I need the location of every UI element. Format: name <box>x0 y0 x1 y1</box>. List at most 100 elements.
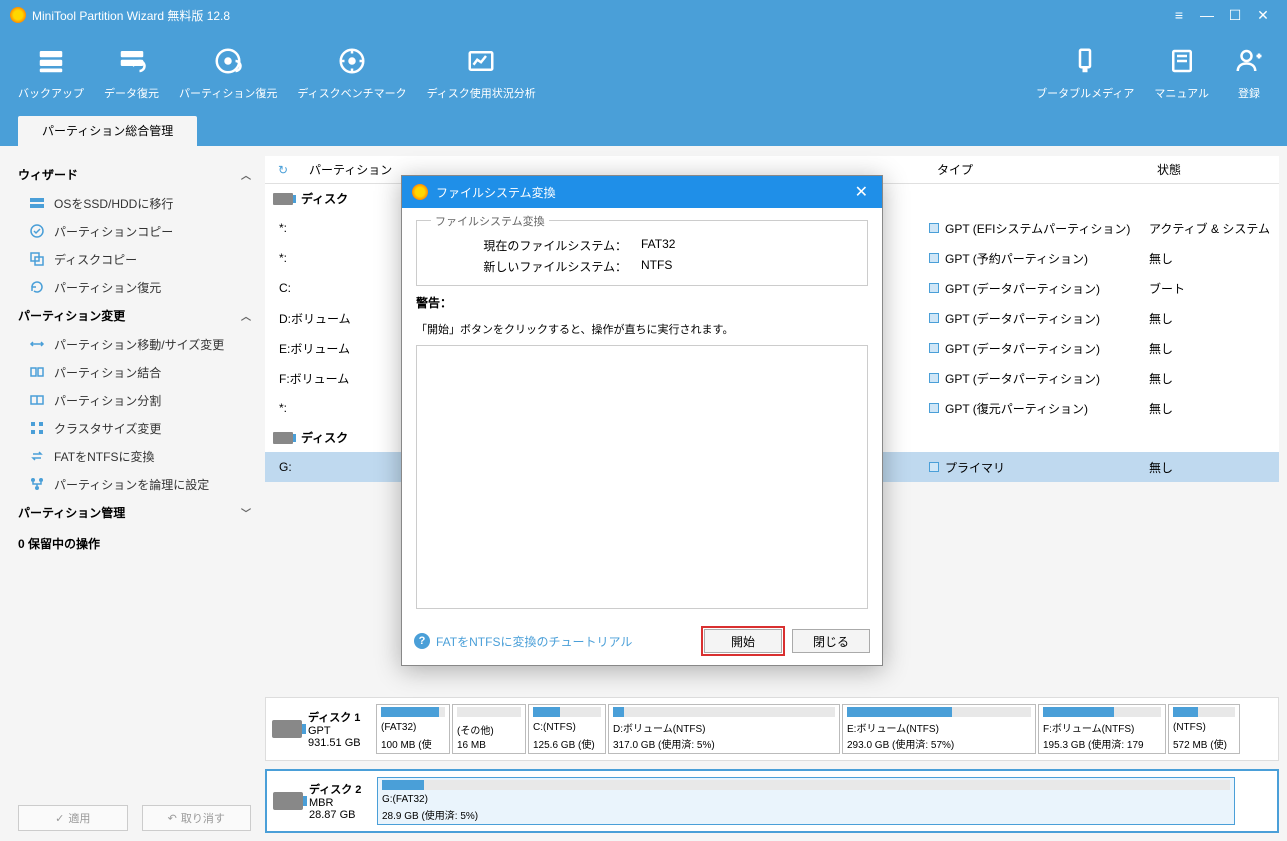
disk-info-2: ディスク 2MBR28.87 GB <box>273 777 373 825</box>
disk-info-1: ディスク 1GPT931.51 GB <box>272 704 372 754</box>
toolbar-bootable-media[interactable]: ブータブルメディア <box>1026 41 1144 105</box>
log-box <box>416 345 868 609</box>
disk-map-area: ディスク 1GPT931.51 GB (FAT32)100 MB (使 (その他… <box>265 691 1279 841</box>
apply-button[interactable]: ✓適用 <box>18 805 128 831</box>
dialog-title: ファイルシステム変換 <box>436 184 556 201</box>
titlebar: MiniTool Partition Wizard 無料版 12.8 ≡ — ☐… <box>0 0 1287 30</box>
partition-recovery-icon <box>212 45 244 77</box>
bootable-icon <box>1069 45 1101 77</box>
dialog-titlebar: ファイルシステム変換 ✕ <box>402 176 882 208</box>
start-button[interactable]: 開始 <box>704 629 782 653</box>
manual-icon <box>1166 45 1198 77</box>
copy-disk-icon <box>28 250 46 268</box>
sidebar-item-migrate-os[interactable]: OSをSSD/HDDに移行 <box>18 189 251 217</box>
help-link[interactable]: ? FATをNTFSに変換のチュートリアル <box>414 633 694 650</box>
disk-segment[interactable]: D:ボリューム(NTFS)317.0 GB (使用済: 5%) <box>608 704 840 754</box>
sidebar: ウィザード︿ OSをSSD/HDDに移行 パーティションコピー ディスクコピー … <box>0 146 265 841</box>
col-type[interactable]: タイプ <box>929 161 1149 178</box>
sidebar-item-cluster-size[interactable]: クラスタサイズ変更 <box>18 414 251 442</box>
split-icon <box>28 391 46 409</box>
app-icon <box>10 7 26 23</box>
tabs-row: パーティション総合管理 <box>0 116 1287 146</box>
sidebar-item-recover-partition[interactable]: パーティション復元 <box>18 273 251 301</box>
col-status[interactable]: 状態 <box>1149 161 1279 178</box>
disk-bar-2: ディスク 2MBR28.87 GB G:(FAT32)28.9 GB (使用済:… <box>265 769 1279 833</box>
type-square-icon <box>929 283 939 293</box>
disk-segment[interactable]: (NTFS)572 MB (使) <box>1168 704 1240 754</box>
toolbar-backup[interactable]: バックアップ <box>8 41 94 105</box>
logical-icon <box>28 475 46 493</box>
recover-icon <box>28 278 46 296</box>
minimize-button[interactable]: — <box>1193 4 1221 26</box>
chevron-up-icon: ︿ <box>241 308 251 323</box>
disk-icon <box>272 720 302 738</box>
sidebar-item-set-logical[interactable]: パーティションを論理に設定 <box>18 470 251 498</box>
sidebar-item-split[interactable]: パーティション分割 <box>18 386 251 414</box>
toolbar-manual[interactable]: マニュアル <box>1144 41 1219 105</box>
sidebar-group-manage[interactable]: パーティション管理﹀ <box>18 498 251 527</box>
sidebar-item-fat-to-ntfs[interactable]: FATをNTFSに変換 <box>18 442 251 470</box>
disk-segment[interactable]: C:(NTFS)125.6 GB (使) <box>528 704 606 754</box>
help-icon: ? <box>414 633 430 649</box>
close-button[interactable]: 閉じる <box>792 629 870 653</box>
type-square-icon <box>929 313 939 323</box>
sidebar-item-merge[interactable]: パーティション結合 <box>18 358 251 386</box>
merge-icon <box>28 363 46 381</box>
disk-segment[interactable]: E:ボリューム(NTFS)293.0 GB (使用済: 57%) <box>842 704 1036 754</box>
current-fs-label: 現在のファイルシステム： <box>431 237 641 254</box>
dialog-icon <box>412 184 428 200</box>
disk-segment[interactable]: F:ボリューム(NTFS)195.3 GB (使用済: 179 <box>1038 704 1166 754</box>
type-square-icon <box>929 403 939 413</box>
convert-fs-dialog: ファイルシステム変換 ✕ ファイルシステム変換 現在のファイルシステム：FAT3… <box>401 175 883 666</box>
disk-segment[interactable]: G:(FAT32)28.9 GB (使用済: 5%) <box>377 777 1235 825</box>
analyzer-icon <box>465 45 497 77</box>
toolbar-partition-recovery[interactable]: パーティション復元 <box>169 41 287 105</box>
tab-partition-management[interactable]: パーティション総合管理 <box>18 116 197 146</box>
type-square-icon <box>929 462 939 472</box>
main-toolbar: バックアップ データ復元 パーティション復元 ディスクベンチマーク ディスク使用… <box>0 30 1287 116</box>
disk-icon <box>273 432 293 444</box>
benchmark-icon <box>336 45 368 77</box>
sidebar-group-change[interactable]: パーティション変更︿ <box>18 301 251 330</box>
close-button[interactable]: ✕ <box>1249 4 1277 26</box>
new-fs-label: 新しいファイルシステム： <box>431 258 641 275</box>
check-icon: ✓ <box>55 812 64 825</box>
data-recovery-icon <box>116 45 148 77</box>
toolbar-register[interactable]: 登録 <box>1219 41 1279 105</box>
undo-button[interactable]: ↶取り消す <box>142 805 252 831</box>
type-square-icon <box>929 343 939 353</box>
disk-icon <box>273 193 293 205</box>
disk-icon <box>273 792 303 810</box>
fs-fieldset: ファイルシステム変換 現在のファイルシステム：FAT32 新しいファイルシステム… <box>416 220 868 286</box>
menu-icon[interactable]: ≡ <box>1165 4 1193 26</box>
sidebar-item-copy-disk[interactable]: ディスクコピー <box>18 245 251 273</box>
disk-segment[interactable]: (FAT32)100 MB (使 <box>376 704 450 754</box>
maximize-button[interactable]: ☐ <box>1221 4 1249 26</box>
pending-operations: 0 保留中の操作 <box>18 527 251 564</box>
register-icon <box>1233 45 1265 77</box>
toolbar-space-analyzer[interactable]: ディスク使用状況分析 <box>417 41 546 105</box>
sidebar-group-wizard[interactable]: ウィザード︿ <box>18 160 251 189</box>
disk-bar-1: ディスク 1GPT931.51 GB (FAT32)100 MB (使 (その他… <box>265 697 1279 761</box>
warning-label: 警告： <box>416 294 868 311</box>
resize-icon <box>28 335 46 353</box>
sidebar-item-move-resize[interactable]: パーティション移動/サイズ変更 <box>18 330 251 358</box>
type-square-icon <box>929 223 939 233</box>
dialog-close-button[interactable]: ✕ <box>851 182 872 202</box>
app-title: MiniTool Partition Wizard 無料版 12.8 <box>32 7 230 24</box>
cluster-icon <box>28 419 46 437</box>
type-square-icon <box>929 253 939 263</box>
chevron-up-icon: ︿ <box>241 167 251 182</box>
new-fs-value: NTFS <box>641 258 672 275</box>
type-square-icon <box>929 373 939 383</box>
toolbar-benchmark[interactable]: ディスクベンチマーク <box>287 41 416 105</box>
disk-segment[interactable]: (その他)16 MB <box>452 704 526 754</box>
migrate-icon <box>28 194 46 212</box>
chevron-down-icon: ﹀ <box>241 505 251 520</box>
undo-icon: ↶ <box>168 812 177 825</box>
warning-text: 「開始」ボタンをクリックすると、操作が直ちに実行されます。 <box>416 317 868 345</box>
refresh-button[interactable]: ↻ <box>265 163 301 177</box>
toolbar-data-recovery[interactable]: データ復元 <box>94 41 169 105</box>
copy-partition-icon <box>28 222 46 240</box>
sidebar-item-copy-partition[interactable]: パーティションコピー <box>18 217 251 245</box>
